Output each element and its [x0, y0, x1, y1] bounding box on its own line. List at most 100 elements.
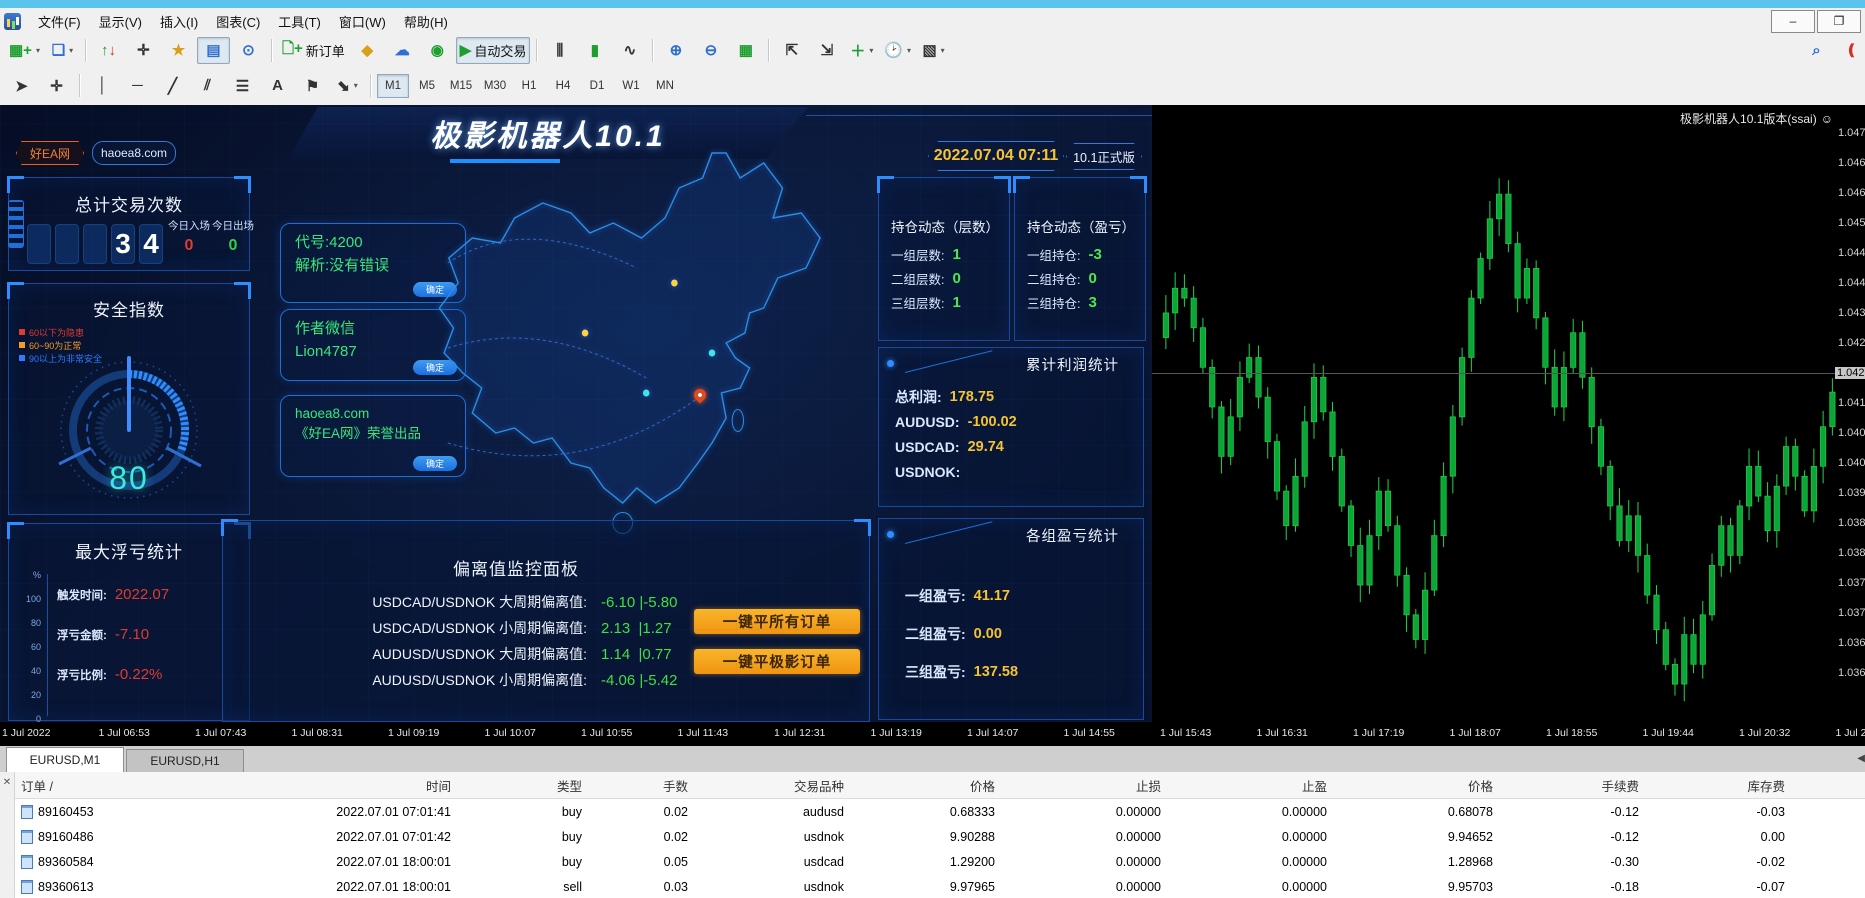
hao-ea-badge[interactable]: 好EA网	[16, 141, 84, 165]
today-out: 今日出场 0	[212, 220, 254, 254]
menu-item-0[interactable]: 文件(F)	[29, 9, 90, 34]
candlestick-chart[interactable]	[1152, 105, 1837, 722]
menu-item-6[interactable]: 帮助(H)	[395, 9, 457, 34]
price-label: 1.046	[1838, 187, 1865, 199]
column-header[interactable]: 价格	[850, 776, 1001, 795]
column-header[interactable]: 止盈	[1167, 776, 1333, 795]
timeframe-m15[interactable]: M15	[445, 74, 477, 98]
metaeditor-button[interactable]: ◆	[351, 37, 384, 64]
arrows-tool[interactable]: ⬊ ▾	[331, 72, 364, 99]
timeframe-m1[interactable]: M1	[377, 73, 409, 98]
timeframe-mn[interactable]: MN	[649, 74, 681, 98]
drawdown-row: 浮亏金额: -7.10	[57, 626, 150, 643]
column-header[interactable]: 手数	[588, 776, 694, 795]
channel-tool[interactable]: ⫽	[191, 72, 224, 99]
orders-table: 订单 /时间类型手数交易品种价格止损止盈价格手续费库存费获利8916045320…	[15, 772, 1865, 898]
max-drawdown-panel: 最大浮亏统计 % 100 80 60 40 20 0 触发时间: 2022.07 浮亏金额: -…	[7, 522, 251, 722]
menu-item-1[interactable]: 显示(V)	[90, 9, 151, 34]
line-chart-type-button[interactable]: ∿	[613, 37, 646, 64]
timeframe-h4[interactable]: H4	[547, 74, 579, 98]
price-label: 1.047	[1838, 127, 1865, 139]
order-row[interactable]: 89360613 2022.07.01 18:00:01 sell 0.03 usdno…	[15, 874, 1865, 898]
column-header[interactable]: 类型	[457, 776, 588, 795]
tab-scroll-left-icon[interactable]: ◀	[1857, 753, 1865, 764]
close-terminal-icon[interactable]: ✕	[3, 777, 11, 788]
navigator-button[interactable]: ★	[162, 37, 195, 64]
menu-item-5[interactable]: 窗口(W)	[330, 9, 395, 34]
help-icon[interactable]: ❪	[1835, 37, 1865, 64]
axis-tick: 100	[25, 594, 41, 604]
timeframe-d1[interactable]: D1	[581, 74, 613, 98]
trade-count-digits: 34	[27, 224, 163, 264]
stat-row: 二组持仓: 0	[1027, 269, 1097, 287]
timeframe-w1[interactable]: W1	[615, 74, 647, 98]
text-tool[interactable]: A	[261, 72, 294, 99]
restore-button[interactable]: ❐	[1817, 9, 1861, 33]
column-header[interactable]: 价格	[1333, 776, 1499, 795]
order-row[interactable]: 89160453 2022.07.01 07:01:41 buy 0.02 audusd…	[15, 799, 1865, 824]
profiles-button[interactable]: ❏ ▾	[46, 37, 79, 64]
candle-chart-type-button[interactable]: ▮	[578, 37, 611, 64]
terminal-button[interactable]: ▤	[196, 36, 230, 64]
fibonacci-tool[interactable]: ☰	[226, 72, 259, 99]
time-label: 1 Jul 17:19	[1353, 727, 1405, 739]
column-header[interactable]: 时间	[211, 776, 457, 795]
price-label: 1.046	[1838, 157, 1865, 169]
timeframe-h1[interactable]: H1	[513, 74, 545, 98]
axis-tick: 40	[30, 666, 41, 676]
column-header[interactable]: 手续费	[1499, 776, 1645, 795]
timeframe-m30[interactable]: M30	[479, 74, 511, 98]
separator	[370, 74, 371, 97]
price-label: 1.038	[1838, 517, 1865, 529]
time-axis[interactable]: 1 Jul 2022 1 Jul 06:53 1 Jul 07:43 1 Jul 08…	[0, 722, 1865, 746]
vertical-line-tool[interactable]: │	[86, 72, 119, 99]
zoom-out-button[interactable]: ⊖	[694, 37, 727, 64]
order-row[interactable]: 89160486 2022.07.01 07:01:42 buy 0.02 usdnok…	[15, 824, 1865, 849]
separator	[270, 38, 272, 62]
indicators-button[interactable]: ＋ ▾	[845, 37, 878, 64]
minimize-button[interactable]: –	[1771, 9, 1815, 33]
auto-trading-button[interactable]: ▶ 自动交易	[455, 36, 531, 64]
auto-arrange-button[interactable]: ⇱	[775, 37, 808, 64]
mql5-community-icon[interactable]: ☁	[386, 37, 419, 64]
horizontal-line-tool[interactable]: ─	[121, 72, 154, 99]
terminal-panel: ✕ 订单 /时间类型手数交易品种价格止损止盈价格手续费库存费获利89160453…	[0, 772, 1865, 898]
site-badge[interactable]: haoea8.com	[92, 141, 176, 165]
chart-shift-button[interactable]: ⇲	[810, 37, 843, 64]
new-order-button[interactable]: 🗋+ 新订单	[278, 37, 349, 64]
label-tool[interactable]: ⚑	[296, 72, 329, 99]
menu-item-3[interactable]: 图表(C)	[207, 9, 269, 34]
column-header[interactable]: 交易品种	[694, 776, 850, 795]
timeframe-m5[interactable]: M5	[411, 74, 443, 98]
crosshair-tool[interactable]: ✛	[40, 72, 73, 99]
tile-windows-button[interactable]: ▦	[729, 37, 762, 64]
chart-tab-eurusd-m1[interactable]: EURUSD,M1	[6, 747, 124, 772]
periods-button[interactable]: 🕑 ▾	[880, 37, 915, 64]
bar-chart-type-button[interactable]: ⫼	[543, 37, 576, 64]
market-icon[interactable]: ◉	[421, 37, 454, 64]
column-header[interactable]: 库存费	[1645, 776, 1791, 795]
cursor-tool[interactable]: ➤	[5, 72, 38, 99]
close-ea-orders-button[interactable]: 一键平极影订单	[694, 649, 860, 674]
market-watch-button[interactable]: ↑↓	[92, 37, 125, 64]
trendline-tool[interactable]: ╱	[156, 72, 189, 99]
strategy-tester-button[interactable]: ⊙	[232, 37, 265, 64]
time-label: 1 Jul 13:19	[870, 727, 922, 739]
chart-tab-eurusd-h1[interactable]: EURUSD,H1	[126, 749, 244, 772]
position-layers-panel: 持仓动态（层数） 一组层数: 1 二组层数: 0 三组层数: 1	[877, 176, 1011, 341]
column-header[interactable]: 获利	[1791, 776, 1865, 795]
new-chart-button[interactable]: ▦+ ▾	[5, 37, 44, 64]
zoom-in-button[interactable]: ⊕	[659, 37, 692, 64]
price-scale[interactable]: 1.047 1.046 1.046 1.045 1.044 1.044 1.043 1.042…	[1835, 105, 1865, 722]
order-row[interactable]: 89360584 2022.07.01 18:00:01 buy 0.05 usdcad…	[15, 849, 1865, 874]
menu-item-4[interactable]: 工具(T)	[269, 9, 330, 34]
separator	[768, 38, 770, 62]
close-all-orders-button[interactable]: 一键平所有订单	[694, 609, 860, 634]
search-icon[interactable]: ⌕	[1800, 37, 1833, 64]
deviation-row: AUDUSD/USDNOK 小周期偏离值: -4.06 |-5.42	[372, 671, 678, 689]
data-window-button[interactable]: ✛	[127, 37, 160, 64]
column-header[interactable]: 止损	[1001, 776, 1167, 795]
menu-item-2[interactable]: 插入(I)	[151, 9, 207, 34]
column-header[interactable]: 订单 /	[15, 776, 211, 795]
templates-button[interactable]: ▧ ▾	[917, 37, 950, 64]
